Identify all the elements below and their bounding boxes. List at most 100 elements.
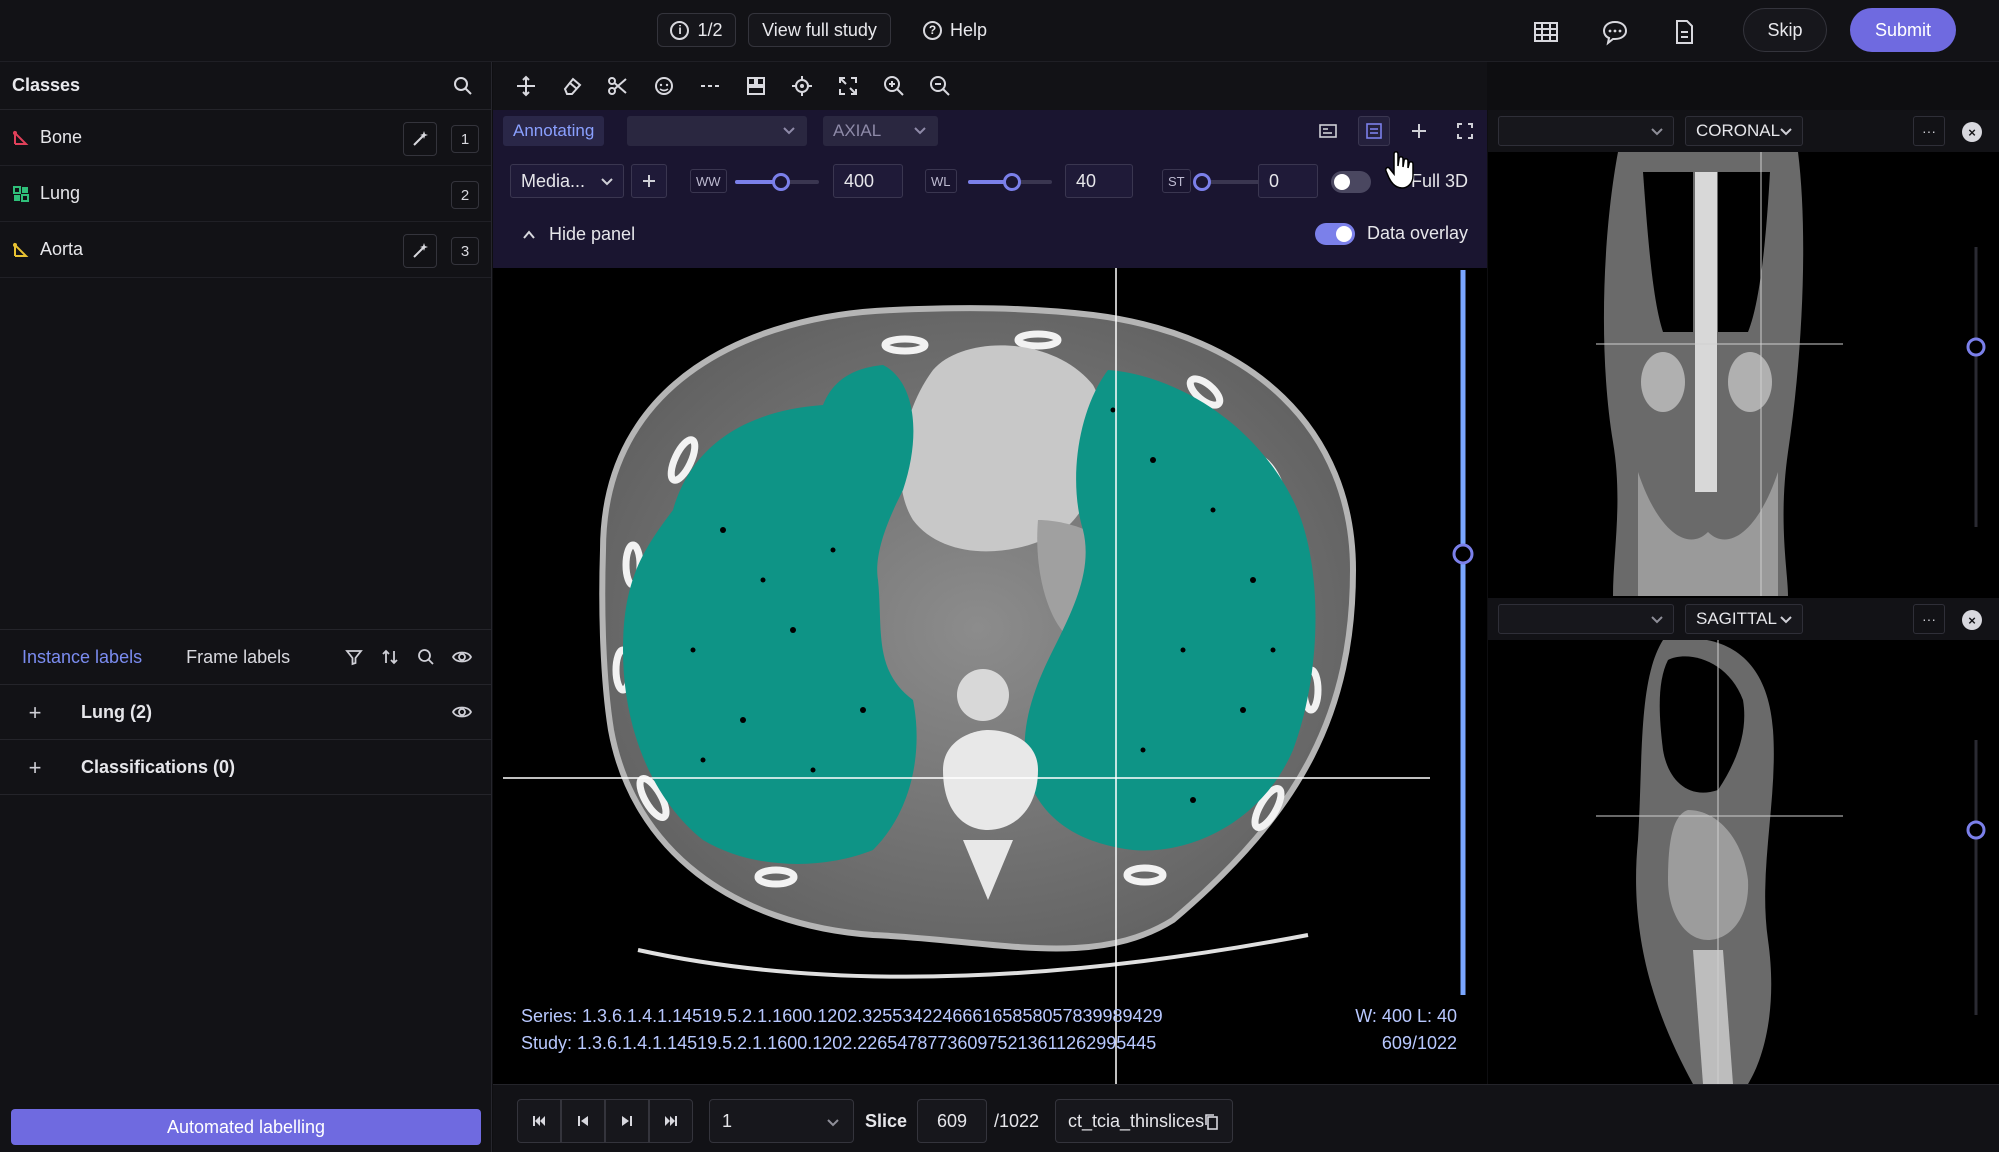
ct-sagittal-image[interactable] [1488,640,1999,1084]
automated-labelling-button[interactable]: Automated labelling [11,1109,481,1145]
hide-panel-button[interactable]: Hide panel [521,224,635,245]
id-card-icon[interactable] [1312,116,1344,146]
sagittal-series-dropdown[interactable] [1498,604,1674,634]
frame-select-value: 1 [722,1110,733,1131]
sort-icon[interactable] [379,646,401,668]
comment-icon[interactable] [1601,18,1629,46]
sagittal-scroll-handle[interactable] [1966,820,1986,840]
crosshair-icon[interactable] [779,63,825,109]
bitmask-icon [13,185,29,202]
expand-icon[interactable]: + [24,700,46,725]
coronal-series-dropdown[interactable] [1498,116,1674,146]
view-full-study-label: View full study [762,19,877,40]
move-icon[interactable] [503,63,549,109]
data-overlay-toggle[interactable] [1315,223,1355,245]
label-group-classifications[interactable]: + Classifications (0) [0,740,491,795]
bottom-navigation-bar: 1 Slice 609 /1022 ct_tcia_thinslices [493,1084,1999,1152]
fit-screen-icon[interactable] [825,63,871,109]
full3d-toggle[interactable] [1331,171,1371,193]
filter-icon[interactable] [343,646,365,668]
class-hotkey: 2 [451,181,479,209]
class-item-aorta[interactable]: Aorta 3 [0,222,491,278]
window-level-readout: W: 400 L: 40 [1355,1006,1457,1026]
sagittal-more-button[interactable]: ··· [1913,604,1945,634]
toggle-knob [1336,226,1352,242]
lasso-icon[interactable] [641,63,687,109]
view-full-study-button[interactable]: View full study [748,13,891,47]
chevron-down-icon [1651,616,1663,624]
panel-toggle-icon[interactable] [1358,116,1390,146]
coronal-more-button[interactable]: ··· [1913,116,1945,146]
ww-slider-handle[interactable] [772,173,791,191]
eye-icon[interactable] [452,703,472,721]
last-slice-button[interactable] [649,1099,693,1143]
view-dropdown[interactable]: AXIAL [823,116,938,146]
plus-icon [643,175,655,187]
search-icon[interactable] [453,76,473,96]
preset-dropdown[interactable]: Media... [510,164,624,198]
slice-input[interactable]: 609 [917,1099,987,1143]
axial-viewer[interactable]: Annotating AXIAL Media... WW 400 WL 40 S… [493,110,1487,1084]
eye-icon[interactable] [451,646,473,668]
ww-value: 400 [844,170,875,191]
dataset-chip[interactable]: ct_tcia_thinslices [1055,1099,1233,1143]
magic-wand-icon[interactable] [403,122,437,156]
magic-wand-icon[interactable] [403,234,437,268]
task-counter[interactable]: i 1/2 [657,13,736,47]
tab-instance-labels[interactable]: Instance labels [0,647,164,668]
document-icon[interactable] [1670,18,1698,46]
previous-slice-button[interactable] [561,1099,605,1143]
zoom-in-icon[interactable] [871,63,917,109]
class-name: Bone [40,127,83,147]
wl-input[interactable]: 40 [1065,164,1133,198]
table-icon[interactable] [1532,18,1560,46]
scissors-icon[interactable] [595,63,641,109]
wl-slider[interactable] [968,173,1052,191]
help-button[interactable]: ? Help [923,13,987,47]
expand-icon[interactable]: + [24,755,46,780]
add-icon[interactable] [1403,116,1435,146]
submit-button[interactable]: Submit [1850,8,1956,52]
slice-input-value: 609 [936,1110,968,1131]
first-slice-button[interactable] [517,1099,561,1143]
side-views: CORONAL ··· × SAGITTAL ··· × [1488,110,1999,1084]
st-slider[interactable] [1193,173,1262,191]
slice-scroll-handle[interactable] [1452,543,1474,565]
layout-icon[interactable] [733,63,779,109]
hand-cursor-icon [1385,151,1414,189]
copy-icon[interactable] [1204,1113,1220,1131]
label-group-lung[interactable]: + Lung (2) [0,685,491,740]
series-dropdown[interactable] [627,116,807,146]
class-item-bone[interactable]: Bone 1 [0,110,491,166]
coronal-view-dropdown[interactable]: CORONAL [1685,116,1803,146]
chevron-down-icon [783,127,795,135]
zoom-out-icon[interactable] [917,63,963,109]
line-tool-icon[interactable] [687,63,733,109]
close-icon[interactable]: × [1962,122,1982,142]
classes-title: Classes [12,75,81,95]
study-uid: Study: 1.3.6.1.4.1.14519.5.2.1.1600.1202… [521,1033,1157,1053]
search-icon[interactable] [415,646,437,668]
preset-value: Media... [521,170,586,191]
frame-select[interactable]: 1 [709,1099,854,1143]
ct-coronal-image[interactable] [1488,152,1999,596]
coronal-header: CORONAL ··· × [1488,110,1999,152]
eraser-icon[interactable] [549,63,595,109]
tab-frame-labels[interactable]: Frame labels [164,647,312,668]
close-icon[interactable]: × [1962,610,1982,630]
st-slider-handle[interactable] [1193,173,1211,191]
skip-button[interactable]: Skip [1743,8,1827,52]
sagittal-view-dropdown[interactable]: SAGITTAL [1685,604,1803,634]
coronal-scroll-handle[interactable] [1966,337,1986,357]
skip-forward-icon [665,1116,677,1126]
st-input[interactable]: 0 [1258,164,1318,198]
add-preset-button[interactable] [631,164,667,198]
ww-slider[interactable] [735,173,819,191]
ww-input[interactable]: 400 [833,164,903,198]
chevron-up-icon [523,229,535,239]
wl-slider-handle[interactable] [1002,173,1021,191]
class-item-lung[interactable]: Lung 2 [0,166,491,222]
next-slice-button[interactable] [605,1099,649,1143]
toggle-knob [1334,174,1350,190]
fullscreen-icon[interactable] [1449,116,1481,146]
